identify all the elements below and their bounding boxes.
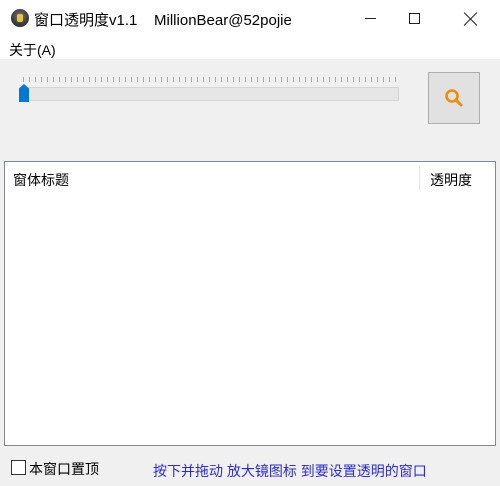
hint-text: 按下并拖动 放大镜图标 到要设置透明的窗口 xyxy=(153,463,427,479)
topmost-label[interactable]: 本窗口置顶 xyxy=(29,459,99,479)
title-bar: 窗口透明度v1.1 MillionBear@52pojie xyxy=(0,0,500,37)
menu-item-about[interactable]: 关于(A) xyxy=(9,40,56,60)
column-window-title[interactable]: 窗体标题 xyxy=(13,170,69,190)
menu-bar: 关于(A) xyxy=(0,37,500,59)
close-icon xyxy=(464,12,478,26)
bear-app-icon xyxy=(11,9,29,27)
magnifier-drag-button[interactable] xyxy=(428,72,480,124)
maximize-icon xyxy=(408,13,420,24)
window-list[interactable]: 窗体标题 透明度 xyxy=(4,161,496,446)
list-header: 窗体标题 透明度 xyxy=(5,162,495,192)
opacity-slider-track[interactable] xyxy=(19,87,399,101)
maximize-button[interactable] xyxy=(391,0,437,37)
magnifier-icon xyxy=(445,89,463,107)
column-opacity[interactable]: 透明度 xyxy=(430,170,472,190)
slider-ticks xyxy=(23,77,397,82)
topmost-checkbox[interactable] xyxy=(11,460,26,475)
minimize-button[interactable] xyxy=(347,0,393,37)
minimize-icon xyxy=(364,18,376,19)
close-button[interactable] xyxy=(448,0,494,37)
column-separator[interactable] xyxy=(419,166,420,191)
window-title: 窗口透明度v1.1 MillionBear@52pojie xyxy=(34,12,292,29)
